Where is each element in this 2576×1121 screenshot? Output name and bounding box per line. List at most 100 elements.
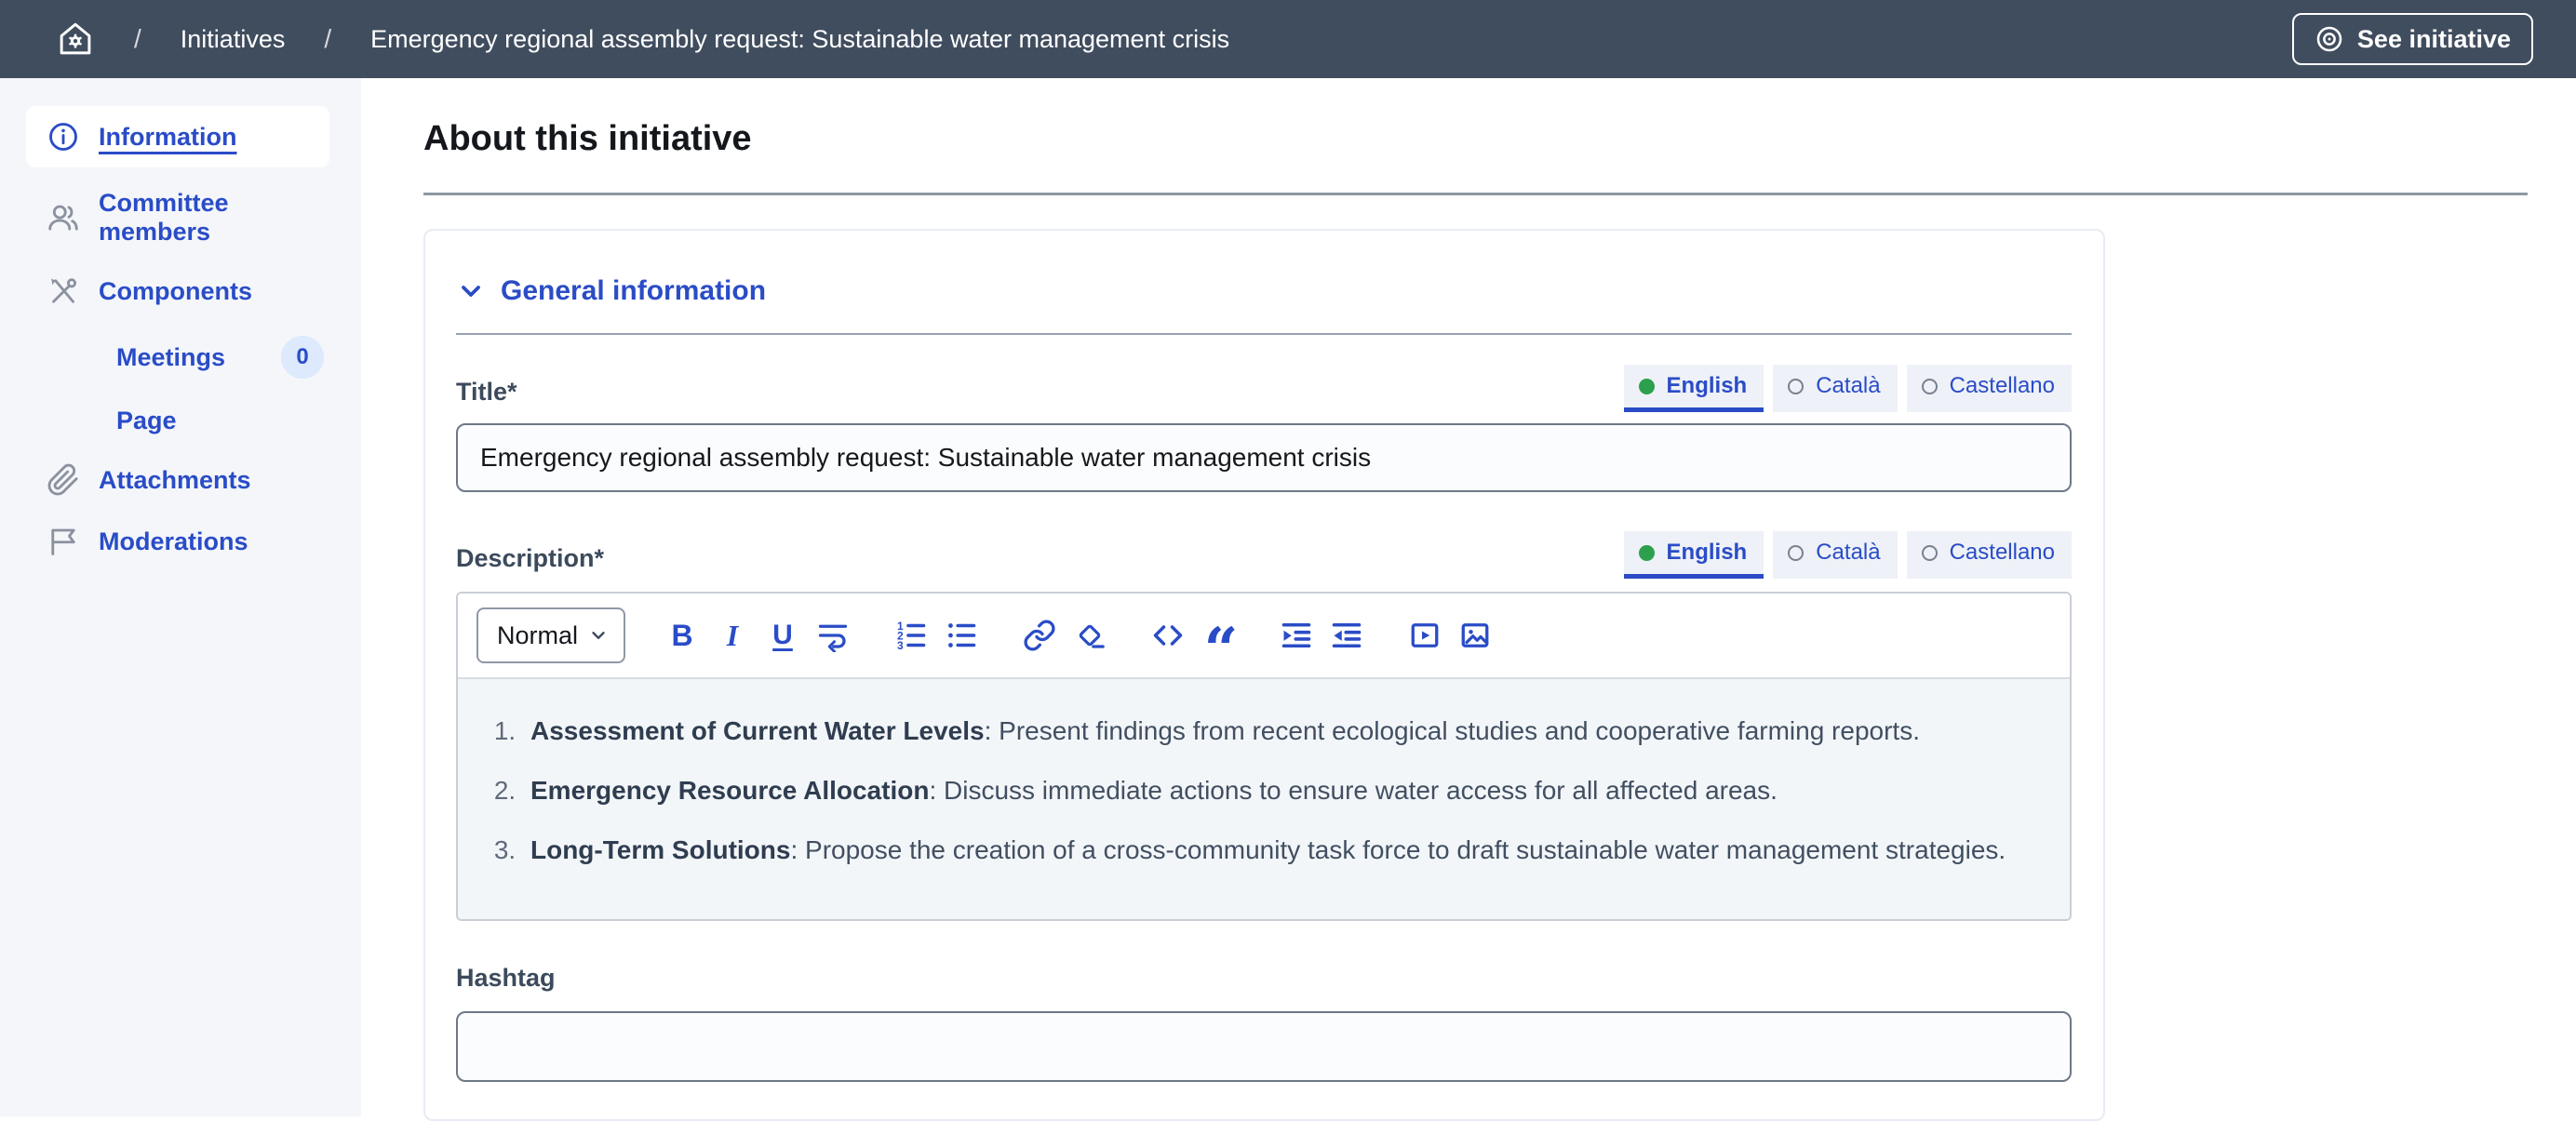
description-field-label: Description* — [456, 544, 604, 579]
sidebar-item-page[interactable]: Page — [0, 393, 361, 449]
sidebar-item-meetings[interactable]: Meetings 0 — [0, 322, 361, 393]
title-language-tabs: English Català Castellano — [1624, 365, 2072, 412]
bold-button[interactable]: B — [661, 614, 704, 657]
sidebar-item-moderations[interactable]: Moderations — [0, 511, 361, 572]
clear-format-button[interactable] — [1068, 614, 1111, 657]
sidebar: Information Committee members — [0, 78, 361, 1116]
underline-button[interactable]: U — [761, 614, 804, 657]
list-item-text: : Discuss immediate actions to ensure wa… — [929, 776, 1777, 805]
hashtag-input[interactable] — [456, 1011, 2072, 1082]
video-icon — [1408, 619, 1442, 652]
language-tab-label: Castellano — [1950, 373, 2055, 399]
description-language-tabs: English Català Castellano — [1624, 531, 2072, 579]
general-information-section-toggle[interactable]: General information — [456, 275, 2072, 307]
clear-format-icon — [1073, 619, 1107, 652]
underline-icon: U — [772, 620, 793, 651]
italic-icon: I — [727, 619, 738, 653]
toolbar-group-link — [1018, 614, 1111, 657]
text-wrap-icon — [816, 619, 850, 652]
description-field-header: Description* English Català Castellano — [456, 531, 2072, 579]
unordered-list-icon — [945, 619, 978, 652]
topbar: / Initiatives / Emergency regional assem… — [0, 0, 2576, 78]
list-item-text: : Present findings from recent ecologica… — [985, 716, 1920, 745]
language-tab-label: English — [1667, 373, 1748, 399]
paperclip-icon — [47, 463, 80, 497]
language-tab-english[interactable]: English — [1624, 365, 1764, 412]
title-field-label: Title* — [456, 378, 517, 412]
bold-icon: B — [671, 619, 692, 653]
language-tab-label: Català — [1816, 540, 1880, 566]
image-button[interactable] — [1454, 614, 1496, 657]
description-rich-text-editor: Normal B I U — [456, 592, 2072, 921]
language-tab-castellano[interactable]: Castellano — [1907, 365, 2072, 412]
eye-icon — [2314, 24, 2344, 54]
sidebar-item-label: Page — [116, 407, 337, 435]
sidebar-item-information[interactable]: Information — [26, 106, 329, 167]
list-item-bold-text: Assessment of Current Water Levels — [530, 716, 985, 745]
section-title: General information — [501, 275, 766, 307]
list-item-text: : Propose the creation of a cross-commun… — [790, 835, 2006, 864]
outdent-icon — [1330, 619, 1363, 652]
language-tab-label: Castellano — [1950, 540, 2055, 566]
info-icon — [47, 120, 80, 153]
sidebar-item-label: Committee members — [99, 189, 337, 247]
see-initiative-button[interactable]: See initiative — [2292, 13, 2533, 65]
breadcrumb: / Initiatives / Emergency regional assem… — [56, 20, 1229, 59]
unordered-list-button[interactable] — [940, 614, 983, 657]
sidebar-item-label: Information — [99, 123, 315, 152]
ordered-list-button[interactable]: 1 2 3 — [890, 614, 932, 657]
sidebar-item-components[interactable]: Components — [0, 260, 361, 322]
list-item: Emergency Resource Allocation: Discuss i… — [523, 770, 2033, 811]
description-ordered-list: Assessment of Current Water Levels: Pres… — [471, 711, 2033, 872]
language-dot-icon — [1922, 379, 1938, 394]
text-wrap-button[interactable] — [812, 614, 854, 657]
description-editor-content[interactable]: Assessment of Current Water Levels: Pres… — [458, 679, 2070, 919]
language-tab-catala[interactable]: Català — [1773, 365, 1897, 412]
chevron-down-icon — [588, 625, 609, 646]
paragraph-style-select[interactable]: Normal — [476, 607, 625, 663]
editor-toolbar: Normal B I U — [458, 594, 2070, 679]
breadcrumb-separator: / — [134, 24, 141, 54]
flag-icon — [47, 525, 80, 558]
hashtag-field-label: Hashtag — [456, 964, 2072, 998]
sidebar-item-committee-members[interactable]: Committee members — [0, 175, 361, 260]
list-item: Assessment of Current Water Levels: Pres… — [523, 711, 2033, 752]
language-dot-icon — [1922, 545, 1938, 561]
toolbar-group-lists: 1 2 3 — [890, 614, 983, 657]
toolbar-group-blocks: “ — [1147, 614, 1240, 657]
tools-icon — [47, 274, 80, 308]
language-tab-english[interactable]: English — [1624, 531, 1764, 579]
blockquote-button[interactable]: “ — [1197, 614, 1240, 657]
language-dot-icon — [1788, 545, 1804, 561]
title-field-header: Title* English Català Castellano — [456, 365, 2072, 412]
language-tab-catala[interactable]: Català — [1773, 531, 1897, 579]
outdent-button[interactable] — [1325, 614, 1368, 657]
video-button[interactable] — [1403, 614, 1446, 657]
sidebar-item-attachments[interactable]: Attachments — [0, 449, 361, 511]
breadcrumb-initiatives-link[interactable]: Initiatives — [181, 25, 286, 54]
chevron-down-icon — [456, 276, 486, 306]
link-button[interactable] — [1018, 614, 1061, 657]
page-divider — [423, 193, 2528, 195]
svg-text:3: 3 — [897, 639, 904, 652]
indent-button[interactable] — [1275, 614, 1318, 657]
language-tab-castellano[interactable]: Castellano — [1907, 531, 2072, 579]
section-divider — [456, 333, 2072, 335]
list-item-bold-text: Emergency Resource Allocation — [530, 776, 929, 805]
link-icon — [1023, 619, 1056, 652]
language-dot-icon — [1788, 379, 1804, 394]
sidebar-item-label: Attachments — [99, 466, 337, 495]
language-tab-label: English — [1667, 540, 1748, 566]
breadcrumb-separator: / — [324, 24, 331, 54]
code-button[interactable] — [1147, 614, 1189, 657]
users-icon — [47, 201, 80, 234]
language-active-dot-icon — [1639, 379, 1655, 394]
italic-button[interactable]: I — [711, 614, 754, 657]
sidebar-item-label: Meetings — [116, 343, 262, 372]
title-input[interactable] — [456, 423, 2072, 492]
language-active-dot-icon — [1639, 545, 1655, 561]
main-content: About this initiative General informatio… — [361, 78, 2576, 1116]
page-title: About this initiative — [423, 119, 2576, 159]
home-gear-icon[interactable] — [56, 20, 95, 59]
toolbar-group-text-style: B I U — [661, 614, 854, 657]
